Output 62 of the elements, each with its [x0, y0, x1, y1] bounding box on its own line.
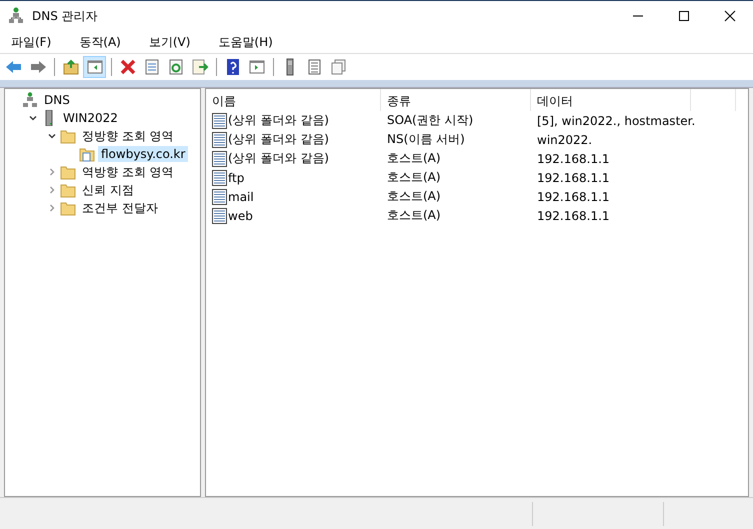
table-cell: SOA(권한 시작): [387, 112, 474, 129]
export-icon: [190, 58, 208, 76]
tree-item[interactable]: 정방향 조회 영역: [79, 126, 177, 146]
record-icon: [211, 112, 227, 128]
close-icon: [724, 10, 736, 22]
collapsed-chevron-icon[interactable]: [48, 168, 56, 176]
collapsed-chevron-icon[interactable]: [48, 186, 56, 194]
tree-item[interactable]: WIN2022: [60, 110, 121, 126]
zone-icon: [79, 146, 95, 162]
table-cell: [5], win2022., hostmaster.: [537, 114, 696, 128]
folder-icon: [60, 128, 76, 144]
tree-item[interactable]: 역방향 조회 영역: [79, 162, 177, 182]
tree-item[interactable]: flowbysy.co.kr: [98, 146, 188, 162]
delete-icon: [118, 58, 136, 76]
table-cell: 192.168.1.1: [537, 208, 610, 222]
table-cell: 호스트(A): [387, 207, 441, 224]
forward-icon: [28, 58, 46, 76]
properties-icon: [142, 58, 160, 76]
table-cell[interactable]: mail: [228, 190, 254, 204]
menu-item[interactable]: 파일(F): [4, 34, 58, 50]
refresh-icon: [166, 58, 184, 76]
record-icon: [211, 170, 227, 186]
collapsed-chevron-icon[interactable]: [48, 204, 56, 212]
network-icon: [8, 7, 24, 25]
expanded-chevron-icon[interactable]: [29, 114, 37, 122]
table-cell[interactable]: (상위 폴더와 같음): [228, 131, 329, 148]
table-cell[interactable]: (상위 폴더와 같음): [228, 112, 329, 129]
table-cell: 192.168.1.1: [537, 152, 610, 166]
column-header[interactable]: 데이터: [531, 89, 691, 111]
table-cell: 호스트(A): [387, 188, 441, 205]
copy-icon: [328, 58, 346, 76]
record-icon: [211, 150, 227, 166]
record-icon: [211, 208, 227, 224]
network-icon: [22, 92, 38, 108]
record-icon: [211, 132, 227, 148]
table-cell: 192.168.1.1: [537, 190, 610, 204]
table-cell: win2022.: [537, 132, 592, 146]
table-cell: 호스트(A): [387, 150, 441, 167]
up-icon: [62, 58, 80, 76]
folder-icon: [60, 182, 76, 198]
menu-item[interactable]: 보기(V): [142, 34, 198, 50]
folder-icon: [60, 200, 76, 216]
menu-item[interactable]: 도움말(H): [211, 34, 280, 50]
table-cell: NS(이름 서버): [387, 131, 465, 148]
table-cell[interactable]: ftp: [228, 170, 244, 184]
table-cell[interactable]: (상위 폴더와 같음): [228, 150, 329, 167]
folder-icon: [60, 164, 76, 180]
record-icon: [211, 188, 227, 204]
back-icon: [4, 58, 22, 76]
column-header[interactable]: 종류: [381, 89, 531, 111]
menu-item[interactable]: 동작(A): [72, 34, 128, 50]
window-title: DNS 관리자: [32, 8, 98, 24]
table-cell[interactable]: web: [228, 208, 253, 222]
expanded-chevron-icon[interactable]: [48, 132, 56, 140]
tree-item[interactable]: 신뢰 지점: [79, 180, 137, 200]
column-header[interactable]: 이름: [206, 89, 381, 111]
tree-item[interactable]: 조건부 전달자: [79, 198, 161, 218]
table-cell: 192.168.1.1: [537, 170, 610, 184]
table-cell: 호스트(A): [387, 169, 441, 186]
maximize-icon: [678, 10, 690, 22]
console-tree-button[interactable]: [83, 56, 106, 78]
tree-item[interactable]: DNS: [41, 92, 73, 108]
